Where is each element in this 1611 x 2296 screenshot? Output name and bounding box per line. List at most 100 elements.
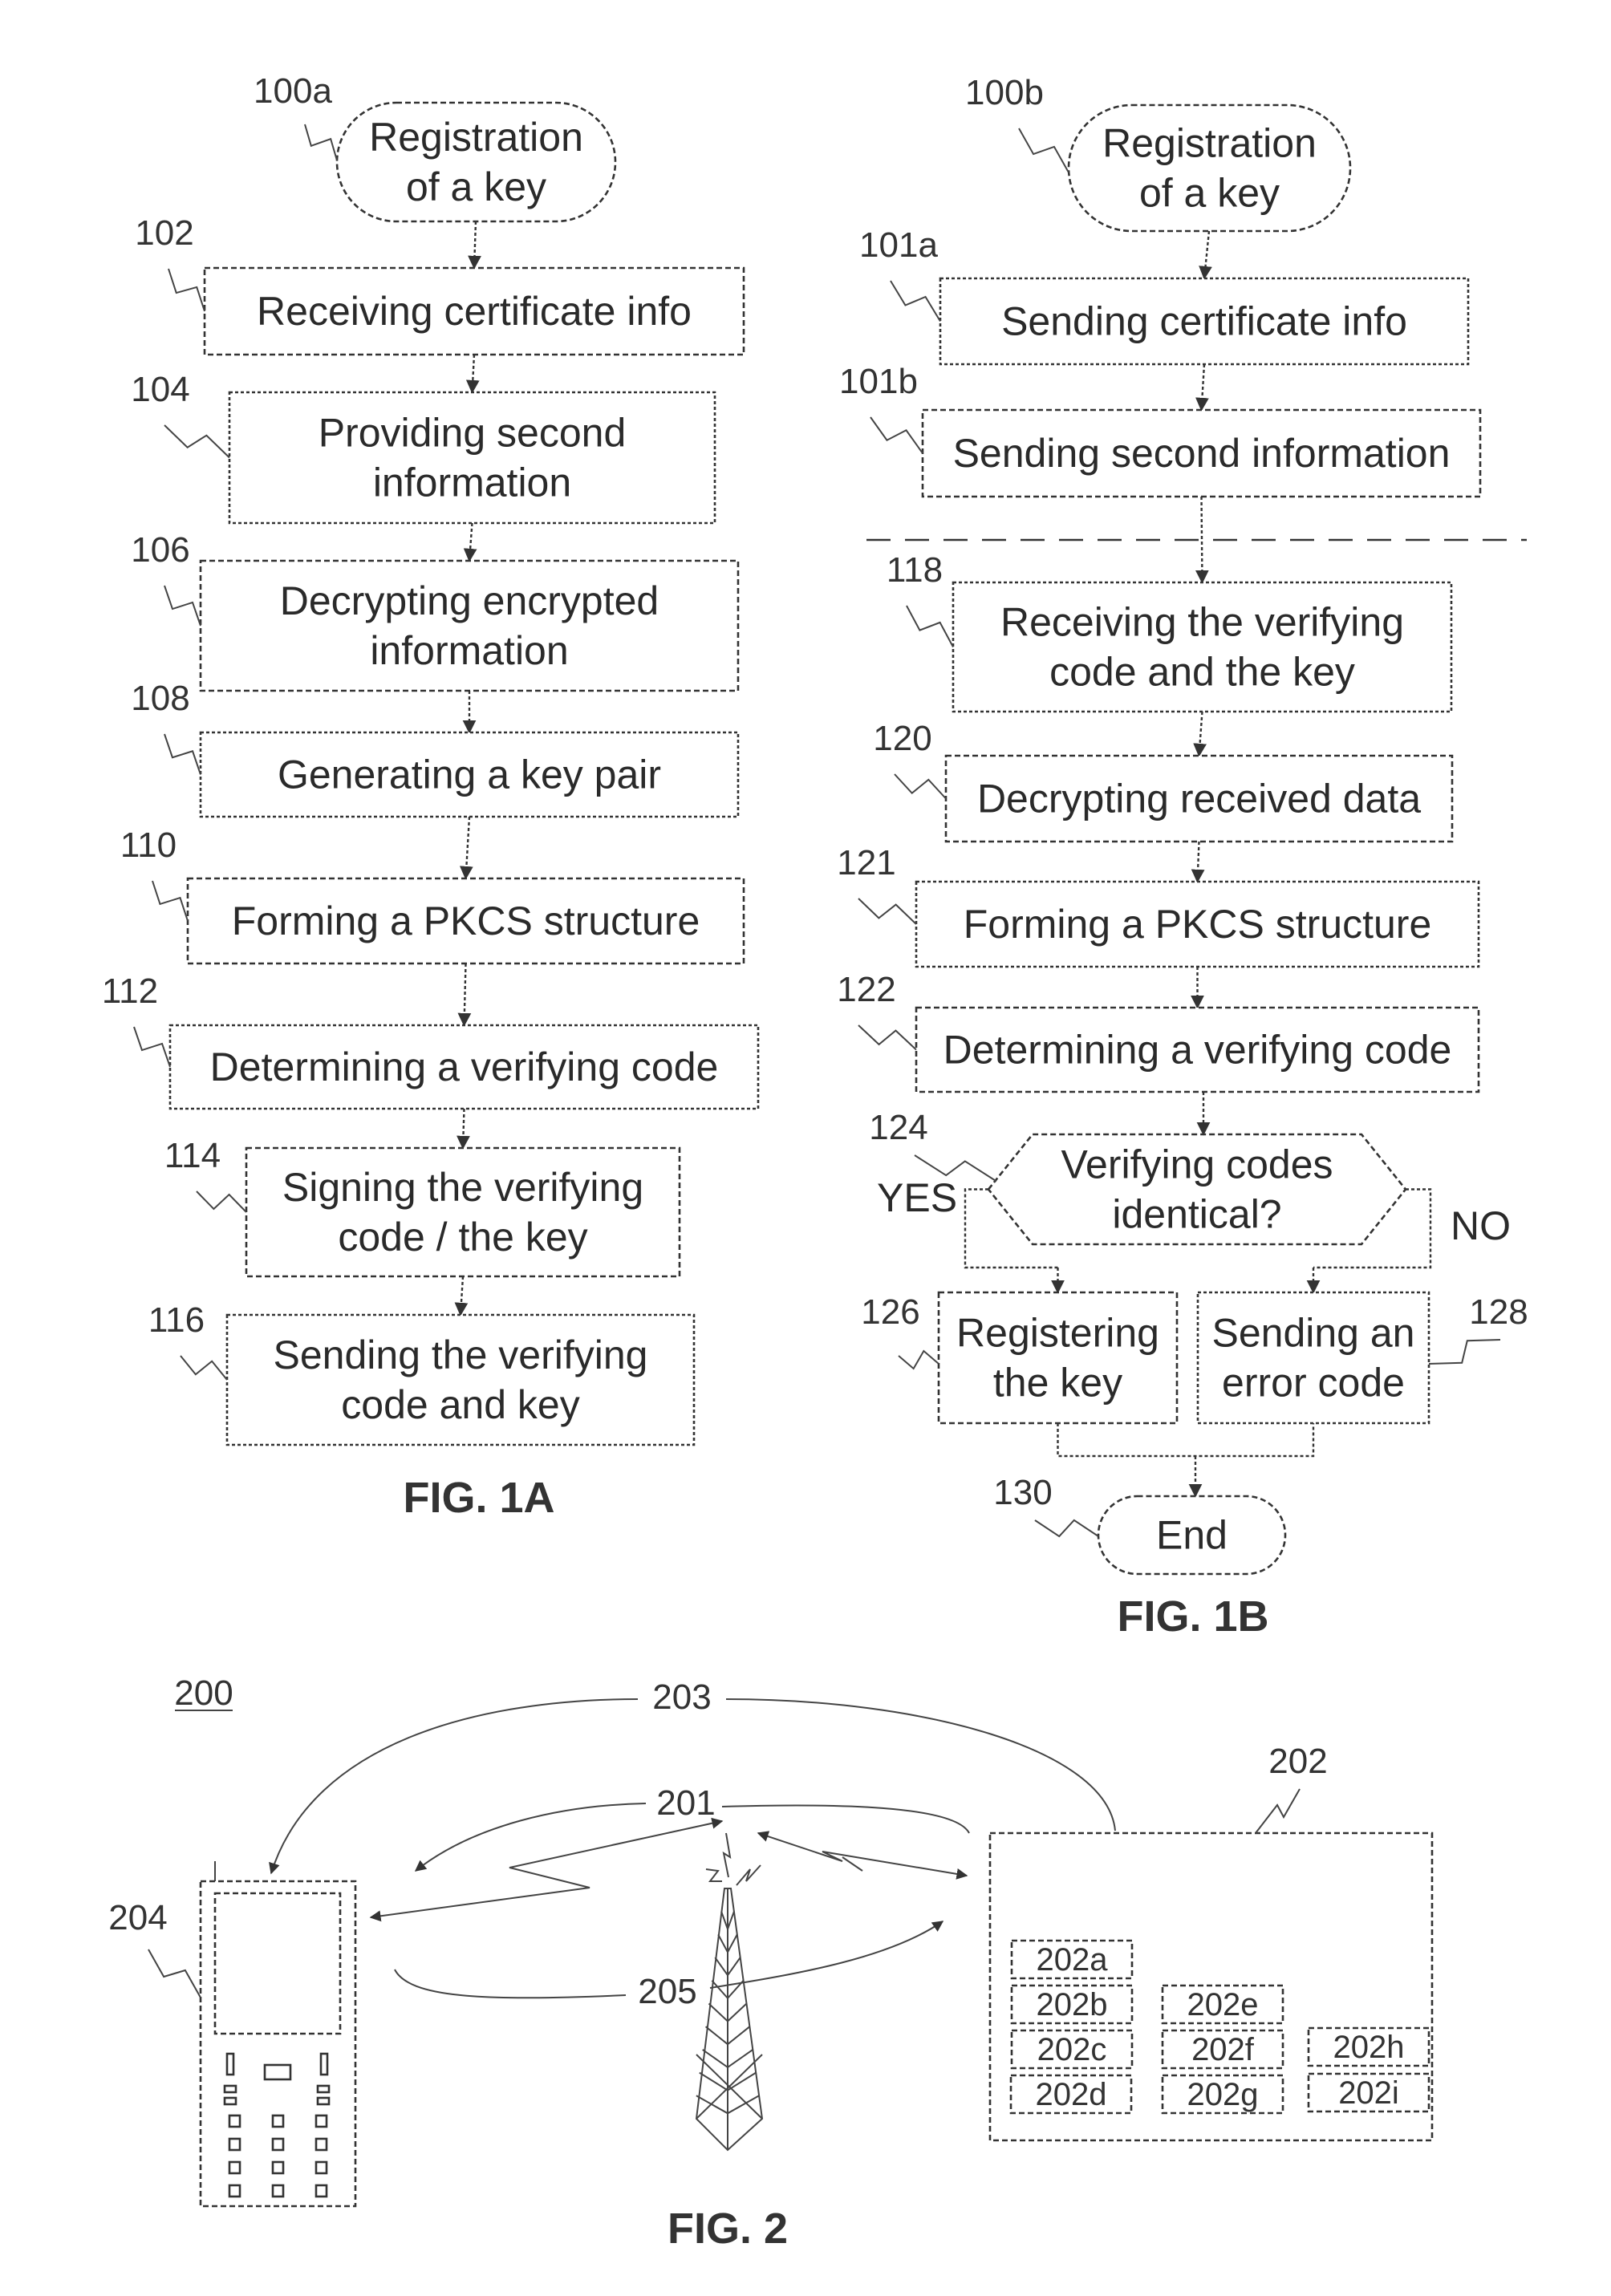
step-label-line: Determining a verifying code (210, 1045, 719, 1089)
ref-numeral: 112 (102, 972, 158, 1011)
server-system: 202a 202b 202c 202d 202e 202f 202g 202h 202i (988, 1832, 1434, 2142)
step-label-line: Decrypting encrypted (280, 578, 659, 623)
link-ref-numeral: 205 (638, 1972, 696, 2011)
phone-soft-key-icon (225, 2052, 235, 2076)
leader-line (1018, 128, 1069, 173)
link-ref-numeral: 201 (656, 1783, 715, 1823)
ref-numeral: 106 (131, 530, 189, 570)
leader-line (164, 424, 230, 459)
leader-line (890, 280, 941, 322)
step-label-line: Sending the verifying (274, 1333, 648, 1377)
ref-numeral: 122 (837, 970, 895, 1009)
flow-arrow (459, 816, 473, 880)
module-label: 202c (1037, 2032, 1107, 2067)
step-label-line: Generating a key pair (278, 752, 661, 797)
flow-arrow (468, 221, 481, 270)
process-step-118: Receiving the verifying code and the key (952, 581, 1453, 713)
step-label-line: Receiving certificate info (257, 289, 692, 334)
patent-figure-sheet: Registrationof a key100a Receiving certif… (102, 71, 1528, 2253)
ref-numeral: 128 (1469, 1292, 1528, 1332)
link-arc-201-left (414, 1803, 647, 1872)
server-module-202b: 202b (1010, 1984, 1134, 2025)
system-ref-numeral: 200 (174, 1673, 233, 1713)
signal-icon (736, 1864, 761, 1886)
terminator-label-line: of a key (1139, 171, 1280, 216)
phone-keypad-key-icon (314, 2114, 328, 2128)
ref-numeral: 116 (148, 1300, 205, 1340)
flow-arrow (1195, 496, 1209, 584)
phone-keypad-key-icon (271, 2137, 285, 2152)
step-label-line: Providing second (319, 411, 627, 456)
flow-arrow (1193, 711, 1207, 757)
process-step-110: Forming a PKCS structure (186, 877, 745, 965)
phone-key-icon (223, 2096, 237, 2106)
ref-numeral: 126 (861, 1292, 919, 1332)
leader-line (858, 898, 917, 925)
process-step-120: Decrypting received data (944, 754, 1454, 843)
ref-numeral: 100b (965, 73, 1044, 112)
leader-line (164, 585, 201, 627)
server-module-202i: 202i (1307, 2072, 1430, 2113)
figure-2: 200204202a202b202c202d202e202f202g202h20… (108, 1673, 1434, 2253)
phone-key-icon (223, 2084, 237, 2094)
process-step-126: Registering the key (937, 1291, 1179, 1425)
leader-line (1034, 1519, 1099, 1538)
flow-arrow (465, 354, 480, 394)
decision-label-line: Verifying codes (1061, 1142, 1333, 1187)
step-label-line: Signing the verifying (282, 1165, 643, 1210)
module-label: 202i (1338, 2075, 1399, 2111)
no-branch-label: NO (1451, 1203, 1511, 1248)
phone-key-icon (316, 2084, 331, 2094)
ref-numeral: 204 (108, 1898, 167, 1937)
step-label-line: information (373, 460, 571, 505)
module-label: 202f (1191, 2032, 1255, 2067)
step-label-line: Sending second information (953, 431, 1451, 476)
server-module-202g: 202g (1161, 2074, 1284, 2115)
link-arc-205-left (394, 1969, 627, 1999)
phone-keypad-key-icon (314, 2184, 328, 2198)
process-step-104: Providing secondinformation (228, 391, 716, 525)
phone-keypad-key-icon (271, 2160, 285, 2175)
leader-line (168, 268, 205, 312)
leader-line (304, 124, 338, 161)
process-step-108: Generating a key pair (199, 731, 740, 818)
leader-line (133, 1026, 171, 1068)
ref-numeral: 100a (254, 71, 332, 111)
step-label-line: code and the key (1049, 650, 1355, 695)
terminator-100a: Registrationof a key (335, 101, 617, 223)
process-step-122: Determining a verifying code (915, 1006, 1480, 1093)
phone-keypad-key-icon (314, 2160, 328, 2175)
phone-keypad-key-icon (228, 2114, 241, 2128)
step-label-line: code / the key (338, 1215, 587, 1260)
ref-numeral: 118 (887, 550, 943, 590)
server-module-202h: 202h (1307, 2026, 1430, 2067)
link-arc-205-right (709, 1921, 944, 1989)
step-label-line: Receiving the verifying (1000, 600, 1404, 645)
signal-icon (722, 1832, 732, 1878)
ref-numeral: 108 (131, 679, 189, 718)
merge-path (1057, 1423, 1315, 1458)
step-label-line: Forming a PKCS structure (964, 902, 1432, 947)
step-label-line: the key (993, 1361, 1122, 1406)
process-step-101b: Sending second information (921, 408, 1482, 498)
phone-keypad-key-icon (271, 2184, 285, 2198)
phone-keypad-key-icon (228, 2184, 241, 2198)
flow-arrow (1199, 230, 1212, 280)
cell-tower-icon (695, 1832, 764, 2152)
flow-arrow (457, 1108, 470, 1150)
ref-numeral: 102 (135, 213, 193, 253)
ref-numeral: 101a (859, 225, 938, 265)
mobile-phone (199, 1861, 357, 2208)
figure-1a: Registrationof a key100a Receiving certif… (102, 71, 760, 1522)
flow-arrow (1195, 363, 1209, 412)
ref-numeral: 202 (1268, 1742, 1327, 1781)
leader-line (858, 1024, 917, 1051)
ref-numeral: 110 (120, 826, 177, 865)
module-label: 202g (1187, 2077, 1259, 2112)
ref-numeral: 120 (873, 719, 931, 758)
leader-line (152, 880, 189, 922)
leader-line (148, 1949, 201, 1998)
step-label-line: Decrypting received data (977, 777, 1421, 821)
step-label-line: Determining a verifying code (943, 1028, 1452, 1073)
yes-branch-label: YES (877, 1175, 957, 1220)
